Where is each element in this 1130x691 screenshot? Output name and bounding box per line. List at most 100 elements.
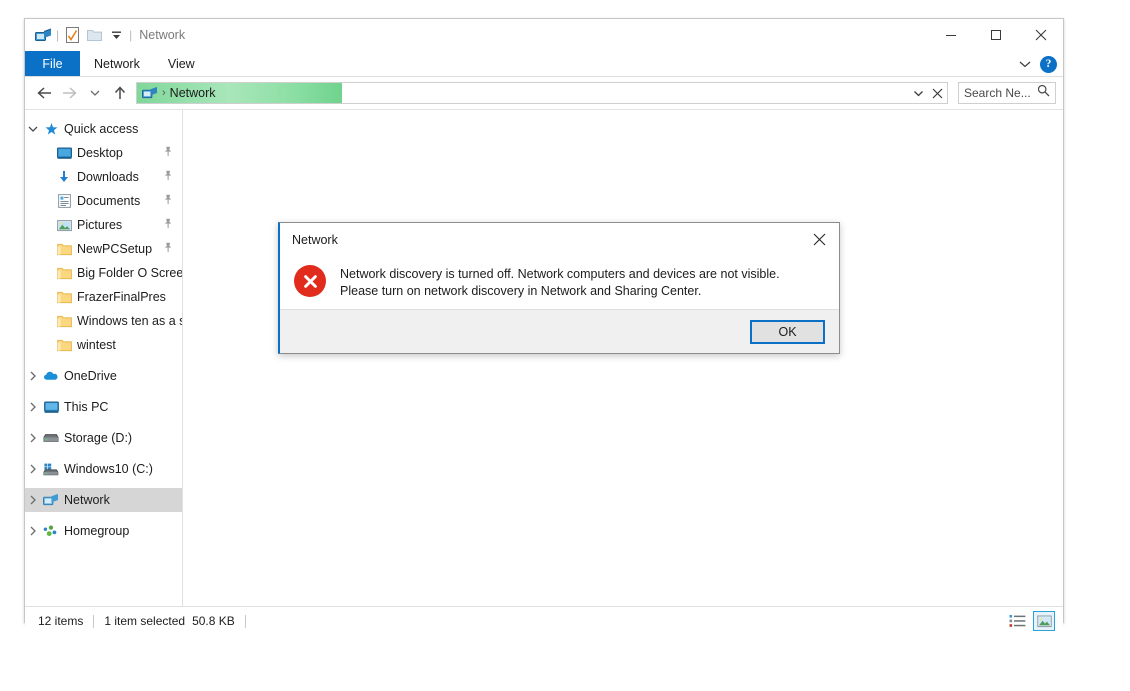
sidebar-item-desktop[interactable]: Desktop <box>25 141 182 165</box>
sidebar-group-label: Quick access <box>64 122 139 136</box>
tab-network[interactable]: Network <box>80 51 154 76</box>
sidebar-item-pictures[interactable]: Pictures <box>25 213 182 237</box>
sidebar-item-label: Desktop <box>77 146 123 160</box>
error-icon <box>294 265 326 297</box>
folder-icon <box>54 315 74 328</box>
sidebar-item-newpcsetup[interactable]: NewPCSetup <box>25 237 182 261</box>
new-folder-icon[interactable] <box>83 24 105 46</box>
ok-button[interactable]: OK <box>750 319 825 344</box>
sidebar-item-windows10-c[interactable]: Windows10 (C:) <box>25 457 182 481</box>
sidebar-item-label: Windows10 (C:) <box>64 462 153 476</box>
homegroup-icon <box>41 525 61 538</box>
up-button[interactable] <box>107 81 132 106</box>
network-dialog: Network Network discovery is turned off.… <box>278 222 840 354</box>
ribbon-collapse-chevron-icon[interactable] <box>1019 55 1031 73</box>
chevron-right-icon[interactable] <box>25 402 41 412</box>
sidebar-item-this-pc[interactable]: This PC <box>25 395 182 419</box>
search-placeholder: Search Ne... <box>964 86 1031 100</box>
sidebar-item-label: Big Folder O Screen <box>77 266 183 280</box>
pin-icon[interactable] <box>163 242 173 256</box>
chevron-right-icon[interactable] <box>25 433 41 443</box>
sidebar-item-network[interactable]: Network <box>25 488 182 512</box>
sidebar-item-storage-d[interactable]: Storage (D:) <box>25 426 182 450</box>
back-button[interactable] <box>32 81 57 106</box>
tab-file[interactable]: File <box>25 51 80 76</box>
minimize-button[interactable] <box>928 19 973 51</box>
qat-separator-2: | <box>129 28 133 42</box>
sidebar-item-label: Documents <box>77 194 141 208</box>
documents-icon <box>54 194 74 208</box>
sidebar-item-frazerfinalpres[interactable]: FrazerFinalPres <box>25 285 182 309</box>
status-separator-2 <box>244 614 246 628</box>
breadcrumb: › Network <box>137 86 216 100</box>
qat-separator-1: | <box>56 28 60 42</box>
sidebar-item-downloads[interactable]: Downloads <box>25 165 182 189</box>
properties-icon[interactable] <box>61 24 83 46</box>
explorer-body: Quick access Desktop Downloads Documents… <box>25 110 1063 606</box>
sidebar-item-windows-ten-as-a-s[interactable]: Windows ten as a s <box>25 309 182 333</box>
sidebar-item-homegroup[interactable]: Homegroup <box>25 519 182 543</box>
sidebar-item-documents[interactable]: Documents <box>25 189 182 213</box>
network-properties-icon[interactable] <box>32 24 54 46</box>
title-bar: | | Network <box>25 19 1063 51</box>
sidebar-item-wintest[interactable]: wintest <box>25 333 182 357</box>
large-icons-view-button[interactable] <box>1033 611 1055 631</box>
pin-icon[interactable] <box>163 170 173 184</box>
maximize-button[interactable] <box>973 19 1018 51</box>
windows-drive-icon <box>41 463 61 476</box>
recent-locations-button[interactable] <box>82 81 107 106</box>
window-controls <box>928 19 1063 51</box>
forward-button[interactable] <box>57 81 82 106</box>
stop-refresh-icon[interactable] <box>928 83 947 103</box>
chevron-right-icon[interactable] <box>25 495 41 505</box>
pin-icon[interactable] <box>163 194 173 208</box>
chevron-down-icon[interactable] <box>25 125 41 133</box>
address-bar[interactable]: › Network <box>136 82 948 104</box>
close-button[interactable] <box>1018 19 1063 51</box>
dialog-message: Network discovery is turned off. Network… <box>340 267 780 298</box>
ribbon-right-controls: ? <box>1019 51 1057 77</box>
help-icon[interactable]: ? <box>1040 55 1057 73</box>
sidebar-group-quick-access[interactable]: Quick access <box>25 117 182 141</box>
sidebar-item-label: Pictures <box>77 218 123 232</box>
chevron-right-icon[interactable] <box>25 371 41 381</box>
address-bar-buttons <box>909 83 947 103</box>
star-pin-icon <box>41 122 61 137</box>
sidebar-item-label: Storage (D:) <box>64 431 133 445</box>
pin-icon[interactable] <box>163 218 173 232</box>
quick-access-toolbar: | | Network <box>25 24 185 46</box>
sidebar-item-label: Downloads <box>77 170 139 184</box>
thispc-icon <box>41 401 61 414</box>
tab-view[interactable]: View <box>154 51 209 76</box>
sidebar-item-onedrive[interactable]: OneDrive <box>25 364 182 388</box>
details-view-button[interactable] <box>1006 611 1028 631</box>
address-dropdown-icon[interactable] <box>909 83 928 103</box>
status-separator <box>93 614 95 628</box>
dialog-title-bar: Network <box>280 223 839 256</box>
breadcrumb-path[interactable]: Network <box>170 86 216 100</box>
folder-icon <box>54 339 74 352</box>
drive-icon <box>41 433 61 443</box>
breadcrumb-network-icon[interactable] <box>142 86 158 100</box>
search-icon[interactable] <box>1037 84 1050 102</box>
folder-icon <box>54 291 74 304</box>
sidebar-item-big-folder-o-screen[interactable]: Big Folder O Screen <box>25 261 182 285</box>
chevron-right-icon[interactable] <box>25 464 41 474</box>
sidebar-item-label: Network <box>64 493 110 507</box>
breadcrumb-separator[interactable]: › <box>162 87 166 99</box>
chevron-right-icon[interactable] <box>25 526 41 536</box>
dialog-close-icon[interactable] <box>799 223 839 256</box>
ribbon-tabs: File Network View ? <box>25 51 1063 77</box>
search-input[interactable]: Search Ne... <box>958 82 1056 104</box>
sidebar-item-label: OneDrive <box>64 369 117 383</box>
pin-icon[interactable] <box>163 146 173 160</box>
window-title: Network <box>139 28 186 42</box>
file-list-area[interactable] <box>183 110 1063 606</box>
customize-qat-chevron-icon[interactable] <box>105 24 127 46</box>
sidebar-item-label: FrazerFinalPres <box>77 290 166 304</box>
network-icon <box>41 493 61 507</box>
